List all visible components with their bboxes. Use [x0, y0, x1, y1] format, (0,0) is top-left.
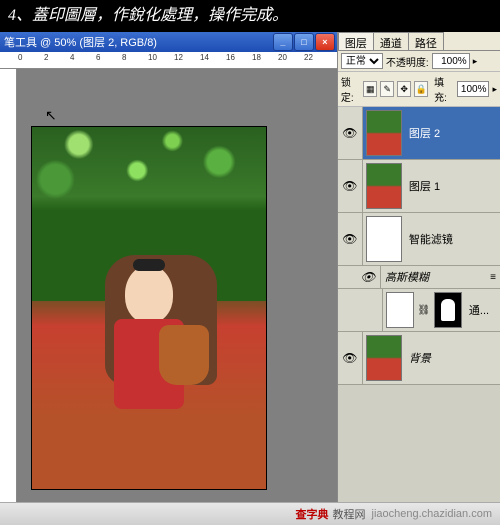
- ruler-tick-label: 2: [44, 53, 48, 62]
- ruler-tick-label: 8: [122, 53, 126, 62]
- layer-row-adjustment[interactable]: ⛓ 通...: [338, 289, 500, 332]
- fill-arrow-icon[interactable]: ▸: [492, 84, 497, 95]
- layer-row[interactable]: 👁 图层 1: [338, 160, 500, 213]
- lock-pixels-icon[interactable]: ✎: [380, 81, 394, 97]
- visibility-toggle-icon[interactable]: 👁: [338, 332, 363, 384]
- ruler-tick-label: 0: [18, 53, 22, 62]
- cursor-icon: ↖: [45, 107, 57, 124]
- minimize-button[interactable]: _: [273, 33, 293, 51]
- sunglasses-shape: [133, 259, 165, 271]
- ruler-tick-label: 10: [148, 53, 157, 62]
- blend-mode-select[interactable]: 正常: [341, 53, 383, 69]
- ruler-tick-label: 22: [304, 53, 313, 62]
- layer-name[interactable]: 通...: [465, 302, 500, 318]
- ruler-vertical[interactable]: [0, 69, 17, 503]
- canvas-area[interactable]: ↖: [17, 69, 337, 503]
- layer-mask-thumbnail[interactable]: [434, 292, 462, 328]
- layer-row-smartfilters[interactable]: 👁 智能滤镜: [338, 213, 500, 266]
- document-window: 笔工具 @ 50% (图层 2, RGB/8) _ □ × 0 2 4 6 8 …: [0, 32, 337, 503]
- layer-list: 👁 图层 2 👁 图层 1 👁 智能滤镜 👁 高斯模糊 ≡: [338, 107, 500, 503]
- filter-blend-icon[interactable]: ≡: [486, 272, 500, 283]
- layer-name[interactable]: 智能滤镜: [405, 231, 500, 247]
- ruler-tick-label: 16: [226, 53, 235, 62]
- canvas-image[interactable]: [32, 127, 266, 489]
- ruler-tick-label: 14: [200, 53, 209, 62]
- layer-name[interactable]: 背景: [405, 350, 500, 366]
- layer-row-filter[interactable]: 👁 高斯模糊 ≡: [338, 266, 500, 289]
- visibility-toggle-icon[interactable]: 👁: [338, 160, 363, 212]
- lock-transparency-icon[interactable]: ▦: [363, 81, 377, 97]
- ruler-tick-label: 4: [70, 53, 74, 62]
- layer-thumbnail[interactable]: [366, 110, 402, 156]
- instruction-caption: 4、蓋印圖層，作銳化處理，操作完成。: [0, 0, 500, 32]
- panel-tabs: 图层 通道 路径: [338, 32, 500, 51]
- watermark-suffix: 教程网: [333, 506, 366, 522]
- visibility-toggle-icon[interactable]: [358, 289, 383, 331]
- layers-panel: 图层 通道 路径 正常 不透明度: 100% ▸ 锁定: ▦ ✎ ✥ 🔒 填充:…: [337, 32, 500, 503]
- tab-layers[interactable]: 图层: [338, 32, 374, 50]
- ruler-tick-label: 6: [96, 53, 100, 62]
- ruler-horizontal[interactable]: 0 2 4 6 8 10 12 14 16 18 20 22: [0, 52, 337, 69]
- document-content: ↖: [0, 69, 337, 503]
- layer-row-background[interactable]: 👁 背景: [338, 332, 500, 385]
- ruler-tick-label: 20: [278, 53, 287, 62]
- lock-position-icon[interactable]: ✥: [397, 81, 411, 97]
- opacity-label: 不透明度:: [386, 54, 429, 69]
- layer-name[interactable]: 图层 2: [405, 125, 500, 141]
- bag-shape: [159, 325, 209, 385]
- tab-channels[interactable]: 通道: [373, 32, 409, 50]
- document-title: 笔工具 @ 50% (图层 2, RGB/8): [4, 34, 273, 50]
- adjustment-thumbnail[interactable]: [386, 292, 414, 328]
- lock-label: 锁定:: [341, 74, 360, 104]
- watermark-url: jiaocheng.chazidian.com: [372, 508, 492, 520]
- layer-thumbnail[interactable]: [366, 335, 402, 381]
- opacity-arrow-icon[interactable]: ▸: [473, 56, 478, 67]
- window-buttons: _ □ ×: [273, 33, 337, 51]
- close-button[interactable]: ×: [315, 33, 335, 51]
- ruler-tick-label: 18: [252, 53, 261, 62]
- fill-value[interactable]: 100%: [457, 81, 490, 97]
- watermark-brand: 查字典: [296, 506, 329, 522]
- visibility-toggle-icon[interactable]: 👁: [356, 266, 381, 288]
- maximize-button[interactable]: □: [294, 33, 314, 51]
- link-icon[interactable]: ⛓: [417, 305, 431, 316]
- filter-name[interactable]: 高斯模糊: [381, 269, 486, 285]
- head-shape: [125, 265, 173, 323]
- visibility-toggle-icon[interactable]: 👁: [338, 213, 363, 265]
- image-subject: [109, 265, 189, 465]
- visibility-toggle-icon[interactable]: 👁: [338, 107, 363, 159]
- layer-thumbnail[interactable]: [366, 163, 402, 209]
- fill-label: 填充:: [434, 74, 453, 104]
- lock-all-icon[interactable]: 🔒: [414, 81, 428, 97]
- workspace: 笔工具 @ 50% (图层 2, RGB/8) _ □ × 0 2 4 6 8 …: [0, 32, 500, 503]
- smartfilters-mask-thumbnail[interactable]: [366, 216, 402, 262]
- blend-opacity-row: 正常 不透明度: 100% ▸: [338, 51, 500, 72]
- ruler-tick-label: 12: [174, 53, 183, 62]
- layer-row[interactable]: 👁 图层 2: [338, 107, 500, 160]
- document-titlebar[interactable]: 笔工具 @ 50% (图层 2, RGB/8) _ □ ×: [0, 32, 337, 52]
- opacity-value[interactable]: 100%: [432, 53, 470, 69]
- tab-paths[interactable]: 路径: [408, 32, 444, 50]
- lock-fill-row: 锁定: ▦ ✎ ✥ 🔒 填充: 100% ▸: [338, 72, 500, 107]
- layer-name[interactable]: 图层 1: [405, 178, 500, 194]
- watermark-footer: 查字典 教程网 jiaocheng.chazidian.com: [0, 502, 500, 525]
